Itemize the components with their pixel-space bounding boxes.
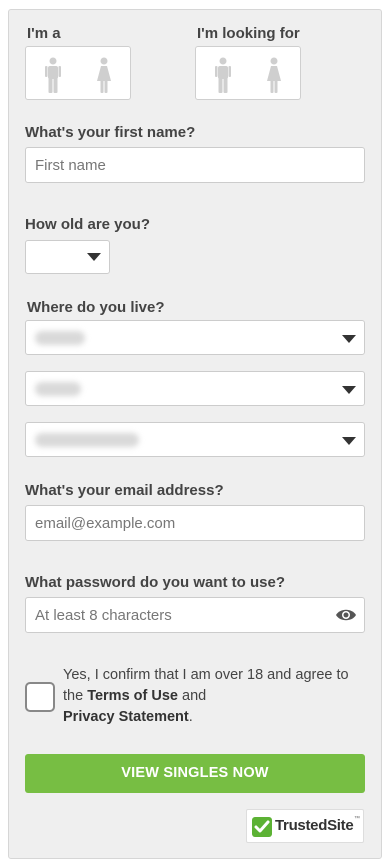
im-a-gender-picker [25, 46, 131, 100]
email-label: What's your email address? [25, 482, 224, 499]
consent-text-and: and [177, 688, 207, 704]
consent-checkbox[interactable] [25, 682, 55, 712]
consent-text: Yes, I confirm that I am over 18 and agr… [63, 665, 353, 728]
first-name-label: What's your first name? [25, 124, 196, 141]
email-field[interactable]: email@example.com [25, 505, 365, 541]
city-select[interactable] [25, 422, 365, 457]
country-select[interactable] [25, 320, 365, 355]
male-icon[interactable] [45, 57, 61, 93]
looking-for-gender-picker [195, 46, 301, 100]
location-label: Where do you live? [27, 299, 165, 316]
eye-icon[interactable] [335, 608, 357, 622]
looking-for-label: I'm looking for [197, 25, 300, 42]
view-singles-button[interactable]: VIEW SINGLES NOW [25, 754, 365, 793]
chevron-down-icon [342, 335, 356, 343]
country-value-blurred [35, 331, 85, 345]
age-select[interactable] [25, 240, 110, 274]
check-icon [252, 817, 272, 837]
chevron-down-icon [342, 386, 356, 394]
password-label: What password do you want to use? [25, 574, 286, 591]
chevron-down-icon [87, 253, 101, 261]
first-name-placeholder: First name [35, 157, 106, 174]
chevron-down-icon [342, 437, 356, 445]
male-icon[interactable] [215, 57, 231, 93]
password-field[interactable]: At least 8 characters [25, 597, 365, 633]
trusted-site-badge[interactable]: TrustedSite ™ [246, 809, 364, 843]
age-label: How old are you? [25, 216, 151, 233]
region-value-blurred [35, 382, 81, 396]
trusted-site-label: TrustedSite [275, 817, 354, 834]
consent-text-end: . [188, 709, 193, 725]
female-icon[interactable] [265, 57, 283, 93]
city-value-blurred [35, 433, 139, 447]
first-name-field[interactable]: First name [25, 147, 365, 183]
female-icon[interactable] [95, 57, 113, 93]
region-select[interactable] [25, 371, 365, 406]
email-placeholder: email@example.com [35, 515, 176, 532]
trademark-mark: ™ [354, 816, 360, 822]
terms-of-use-link[interactable]: Terms of Use [87, 688, 178, 704]
password-placeholder: At least 8 characters [35, 607, 172, 624]
im-a-label: I'm a [27, 25, 61, 42]
privacy-statement-link[interactable]: Privacy Statement [63, 709, 189, 725]
